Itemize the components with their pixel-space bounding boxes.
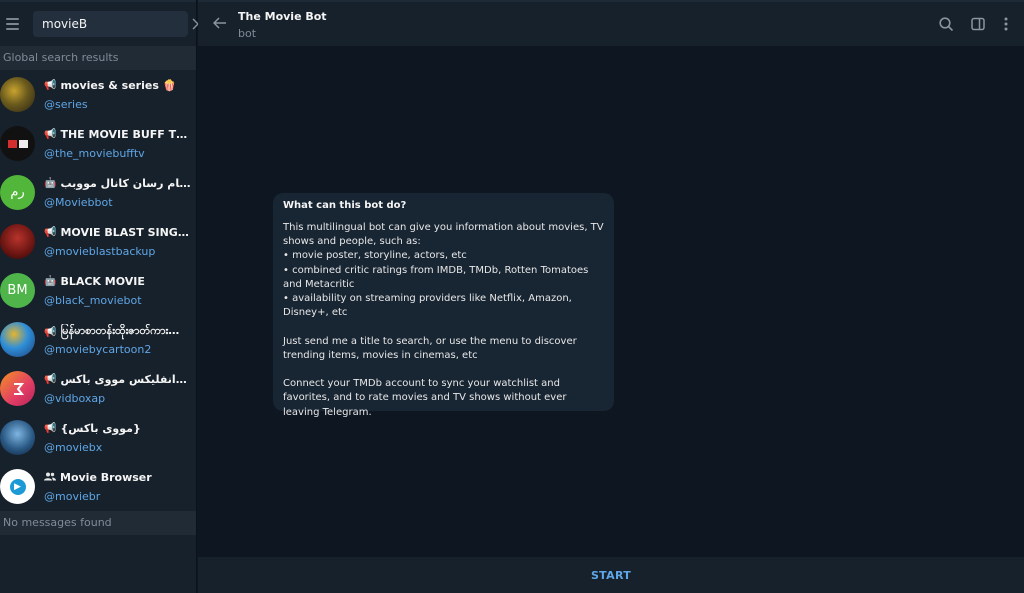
avatar bbox=[0, 77, 35, 112]
search-input[interactable] bbox=[33, 11, 192, 37]
search-result-item[interactable]: 📢 မြန်မာစာတန်းထိုးဇာတ်ကားများ... @movieb… bbox=[0, 315, 196, 364]
result-title: 📢 MOVIE BLAST SINGLE FIL... bbox=[44, 226, 192, 239]
back-arrow-icon[interactable] bbox=[210, 13, 230, 33]
bot-info-description: This multilingual bot can give you infor… bbox=[283, 222, 604, 418]
channel-icon: 📢 bbox=[44, 129, 57, 140]
search-icon[interactable] bbox=[936, 14, 956, 34]
bot-icon: 🤖 bbox=[44, 178, 57, 189]
avatar bbox=[0, 420, 35, 455]
search-result-item[interactable]: رم 🤖 ربات پیام رسان کانال مووبب @Moviebb… bbox=[0, 168, 196, 217]
avatar bbox=[0, 126, 35, 161]
search-result-item[interactable]: BM 🤖 BLACK MOVIE @black_moviebot bbox=[0, 266, 196, 315]
search-result-item[interactable]: 📢 ایرانفلیکس مووی باکس iran... @vidboxap bbox=[0, 364, 196, 413]
avatar bbox=[0, 224, 35, 259]
avatar: ▶ bbox=[0, 469, 35, 504]
avatar bbox=[0, 371, 35, 406]
result-title: 📢 movies & series 🍿 bbox=[44, 79, 177, 92]
search-box bbox=[33, 11, 204, 37]
bot-info-title: What can this bot do? bbox=[283, 200, 407, 211]
channel-icon: 📢 bbox=[44, 374, 57, 385]
result-handle: @Moviebbot bbox=[44, 196, 113, 209]
group-icon bbox=[44, 472, 56, 484]
result-handle: @moviebycartoon2 bbox=[44, 343, 152, 356]
result-handle: @movieblastbackup bbox=[44, 245, 156, 258]
search-result-item[interactable]: ▶ Movie Browser @moviebr bbox=[0, 462, 196, 511]
search-result-item[interactable]: 📢 THE MOVIE BUFF TV 🎥... @the_moviebufft… bbox=[0, 119, 196, 168]
bot-icon: 🤖 bbox=[44, 276, 57, 287]
avatar bbox=[0, 322, 35, 357]
result-handle: @vidboxap bbox=[44, 392, 106, 405]
channel-icon: 📢 bbox=[44, 423, 57, 434]
bot-info-card: What can this bot do? This multilingual … bbox=[273, 193, 614, 418]
channel-icon: 📢 bbox=[44, 80, 57, 91]
sidebar-toggle-icon[interactable] bbox=[968, 14, 988, 34]
chat-status: bot bbox=[238, 27, 257, 40]
search-result-item[interactable]: 📢 {مووی باکس} @moviebx bbox=[0, 413, 196, 462]
result-title: Movie Browser bbox=[44, 471, 192, 484]
result-handle: @black_moviebot bbox=[44, 294, 142, 307]
result-title: 📢 မြန်မာစာတန်းထိုးဇာတ်ကားများ... bbox=[44, 324, 192, 338]
more-options-icon[interactable] bbox=[996, 14, 1016, 34]
chat-panel: The Movie Bot bot What can this bot do? … bbox=[198, 0, 1024, 593]
result-title: 📢 THE MOVIE BUFF TV 🎥... bbox=[44, 128, 192, 141]
start-button[interactable]: START bbox=[198, 557, 1024, 593]
chat-title[interactable]: The Movie Bot bbox=[238, 10, 327, 23]
result-title: 📢 ایرانفلیکس مووی باکس iran... bbox=[44, 373, 192, 386]
play-icon: ▶ bbox=[9, 478, 26, 495]
search-result-item[interactable]: 📢 MOVIE BLAST SINGLE FIL... @movieblastb… bbox=[0, 217, 196, 266]
start-button-label: START bbox=[590, 568, 632, 582]
result-handle: @series bbox=[44, 98, 88, 111]
result-title: 📢 {مووی باکس} bbox=[44, 422, 141, 435]
no-messages-label: No messages found bbox=[0, 511, 196, 535]
sidebar: Global search results 📢 movies & series … bbox=[0, 0, 204, 593]
avatar: رم bbox=[0, 175, 35, 210]
result-handle: @the_moviebufftv bbox=[44, 147, 145, 160]
search-result-item[interactable]: 📢 movies & series 🍿 @series bbox=[0, 70, 196, 119]
channel-icon: 📢 bbox=[44, 326, 57, 338]
channel-icon: 📢 bbox=[44, 227, 57, 238]
result-handle: @moviebr bbox=[44, 490, 101, 503]
global-search-header: Global search results bbox=[0, 46, 196, 70]
hamburger-menu-icon[interactable] bbox=[6, 1, 26, 47]
result-title: 🤖 ربات پیام رسان کانال مووبب bbox=[44, 177, 192, 190]
result-handle: @moviebx bbox=[44, 441, 103, 454]
chat-header: The Movie Bot bot bbox=[198, 0, 1024, 46]
result-title: 🤖 BLACK MOVIE bbox=[44, 275, 145, 288]
avatar: BM bbox=[0, 273, 35, 308]
